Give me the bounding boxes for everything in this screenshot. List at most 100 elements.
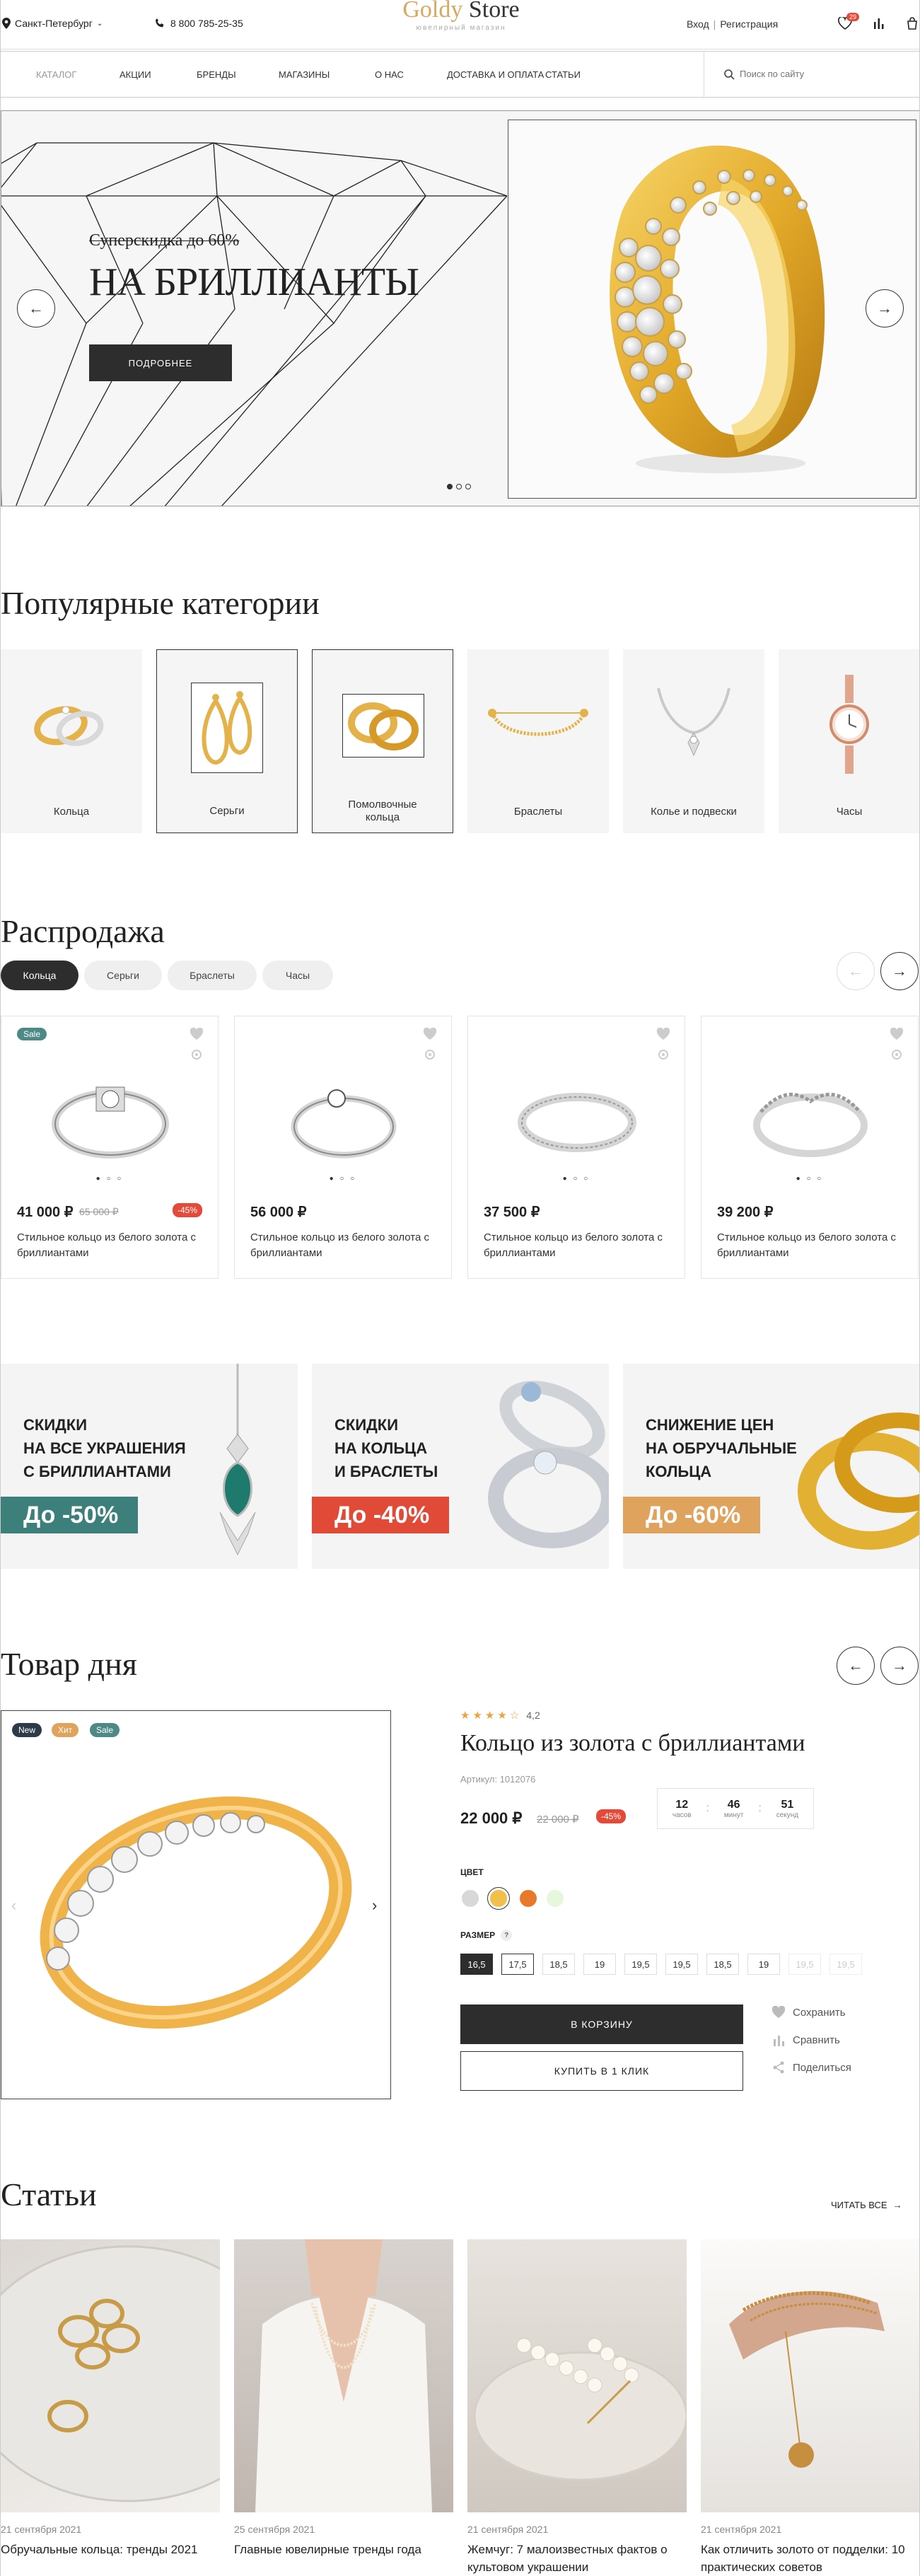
nav-sales[interactable]: АКЦИИ (120, 69, 151, 80)
phone-icon (156, 18, 164, 28)
compare-icon[interactable] (191, 1049, 202, 1060)
article-title[interactable]: Обручальные кольца: тренды 2021 (1, 2541, 220, 2558)
compare-action[interactable]: Сравнить (771, 2034, 840, 2046)
deal-product-title: Кольцо из золота с бриллиантами (460, 1730, 805, 1756)
phone[interactable]: 8 800 785-25-35 (155, 18, 243, 29)
size-option[interactable]: 19,5 (624, 1954, 657, 1975)
promo-discount-badge: До -60% (623, 1497, 761, 1533)
size-option[interactable]: 18,5 (542, 1954, 575, 1975)
category-bracelets[interactable]: Браслеты (467, 649, 609, 833)
nav-stores[interactable]: МАГАЗИНЫ (279, 69, 330, 80)
heart-icon[interactable] (190, 1028, 204, 1040)
hero-prev-button[interactable]: ← (17, 289, 55, 327)
deal-next-button[interactable]: → (880, 1647, 919, 1685)
product-card[interactable]: Sale ● ○ ○ 41 000 ₽ 65 000 ₽ -45% Стильн… (1, 1016, 219, 1279)
category-engagement-rings[interactable]: Помолвочные кольца (312, 649, 453, 833)
compare-icon[interactable] (891, 1049, 902, 1060)
nav-articles[interactable]: СТАТЬИ (545, 69, 581, 80)
product-card[interactable]: ● ○ ○ 56 000 ₽ Стильное кольцо из белого… (234, 1016, 452, 1279)
nav-delivery[interactable]: ДОСТАВКА И ОПЛАТА (447, 69, 544, 80)
color-swatch-selected[interactable] (487, 1887, 510, 1910)
article-title[interactable]: Главные ювелирные тренды года (234, 2541, 453, 2558)
pagination-dot[interactable] (465, 484, 471, 489)
top-bar: Санкт-Петербург ⌄ 8 800 785-25-35 Goldy … (1, 0, 919, 50)
color-swatch[interactable] (520, 1890, 537, 1907)
timer-unit: часов (672, 1811, 692, 1819)
tab-watches[interactable]: Часы (262, 961, 333, 990)
tab-earrings[interactable]: Серьги (84, 961, 162, 990)
pagination-dot[interactable] (456, 484, 462, 489)
hero-next-button[interactable]: → (866, 289, 904, 327)
cart-button[interactable] (906, 17, 919, 33)
sale-next-button[interactable]: → (880, 952, 919, 990)
nav-brands[interactable]: БРЕНДЫ (197, 69, 236, 80)
product-description: Стильное кольцо из белого золота с брилл… (484, 1231, 663, 1259)
compare-icon[interactable] (658, 1049, 669, 1060)
main-nav: КАТАЛОГ АКЦИИ БРЕНДЫ МАГАЗИНЫ О НАС ДОСТ… (1, 51, 919, 98)
logo[interactable]: Goldy Store ювелирный магазин (394, 0, 528, 32)
size-option[interactable]: 16,5 (460, 1954, 493, 1975)
pearl-hairpins-image (473, 2338, 687, 2481)
arrow-right-icon: → (892, 2200, 902, 2210)
category-rings[interactable]: Кольца (1, 649, 142, 833)
hero-promo-text: Суперскидка до 60% (89, 231, 240, 250)
timer-value: 51 (781, 1798, 794, 1811)
heart-icon[interactable] (890, 1028, 904, 1040)
tab-rings[interactable]: Кольца (1, 961, 78, 990)
heart-icon[interactable] (423, 1028, 437, 1040)
category-watches[interactable]: Часы (779, 649, 919, 833)
size-option[interactable]: 19,5 (665, 1954, 698, 1975)
color-swatch[interactable] (462, 1890, 479, 1907)
tab-bracelets[interactable]: Браслеты (168, 961, 257, 990)
compare-icon[interactable] (424, 1049, 436, 1060)
compare-button[interactable] (873, 18, 885, 33)
article-image[interactable] (234, 2239, 453, 2512)
article-image[interactable] (1, 2239, 220, 2512)
read-all-link[interactable]: ЧИТАТЬ ВСЕ → (831, 2200, 902, 2210)
promo-discount-badge: До -50% (1, 1497, 139, 1533)
size-help-icon[interactable]: ? (501, 1930, 513, 1941)
article-image[interactable] (701, 2239, 919, 2512)
category-necklaces[interactable]: Колье и подвески (623, 649, 764, 833)
color-swatch[interactable] (547, 1890, 564, 1907)
image-pagination: ● ○ ○ (95, 1175, 124, 1183)
promo-banner-diamonds[interactable]: СКИДКИ НА ВСЕ УКРАШЕНИЯ С БРИЛЛИАНТАМИ Д… (1, 1364, 298, 1569)
search-box[interactable] (704, 52, 919, 98)
size-option[interactable]: 17,5 (501, 1954, 534, 1975)
size-option[interactable]: 18,5 (706, 1954, 739, 1975)
heart-icon[interactable] (656, 1028, 670, 1040)
article-title[interactable]: Как отличить золото от подделки: 10 прак… (701, 2541, 919, 2576)
article-title[interactable]: Жемчуг: 7 малоизвестных фактов о культов… (467, 2541, 687, 2576)
favorites-button[interactable]: 29 (838, 13, 860, 33)
share-action[interactable]: Поделиться (771, 2061, 851, 2074)
promo-banner-wedding-rings[interactable]: СНИЖЕНИЕ ЦЕН НА ОБРУЧАЛЬНЫЕ КОЛЬЦА До -6… (623, 1364, 919, 1569)
add-to-cart-button[interactable]: В КОРЗИНУ (460, 2004, 743, 2044)
pagination-dot-active[interactable] (447, 484, 453, 489)
deal-image-next[interactable]: › (372, 1896, 377, 1915)
promo-banner-rings-bracelets[interactable]: СКИДКИ НА КОЛЬЦА И БРАСЛЕТЫ До -40% (312, 1364, 609, 1569)
category-earrings[interactable]: Серьги (156, 649, 298, 833)
product-card[interactable]: ● ○ ○ 37 500 ₽ Стильное кольцо из белого… (467, 1016, 685, 1279)
promo-line: И БРАСЛЕТЫ (334, 1463, 438, 1480)
timer-seconds: 51 секунд (776, 1799, 798, 1819)
deal-image-prev[interactable]: ‹ (11, 1896, 16, 1915)
product-card[interactable]: ● ○ ○ 39 200 ₽ Стильное кольцо из белого… (701, 1016, 919, 1279)
arrow-left-icon: ← (28, 299, 44, 317)
deal-prev-button[interactable]: ← (837, 1647, 875, 1685)
size-option[interactable]: 19 (583, 1954, 616, 1975)
login-link[interactable]: Вход (687, 18, 709, 30)
product-price: 37 500 ₽ (484, 1205, 540, 1220)
search-input[interactable] (740, 69, 902, 79)
city-selector[interactable]: Санкт-Петербург ⌄ (2, 18, 103, 29)
hero-details-button[interactable]: ПОДРОБНЕЕ (89, 344, 232, 381)
ring-image (291, 1089, 397, 1159)
register-link[interactable]: Регистрация (720, 18, 778, 30)
size-option[interactable]: 19 (747, 1954, 780, 1975)
nav-about[interactable]: О НАС (375, 69, 404, 80)
save-action[interactable]: Сохранить (771, 2006, 846, 2019)
buy-one-click-button[interactable]: КУПИТЬ В 1 КЛИК (460, 2051, 743, 2091)
sale-prev-button[interactable]: ← (837, 952, 875, 990)
product-price: 56 000 ₽ (250, 1205, 307, 1220)
nav-catalog[interactable]: КАТАЛОГ (36, 69, 76, 80)
article-image[interactable] (467, 2239, 687, 2512)
